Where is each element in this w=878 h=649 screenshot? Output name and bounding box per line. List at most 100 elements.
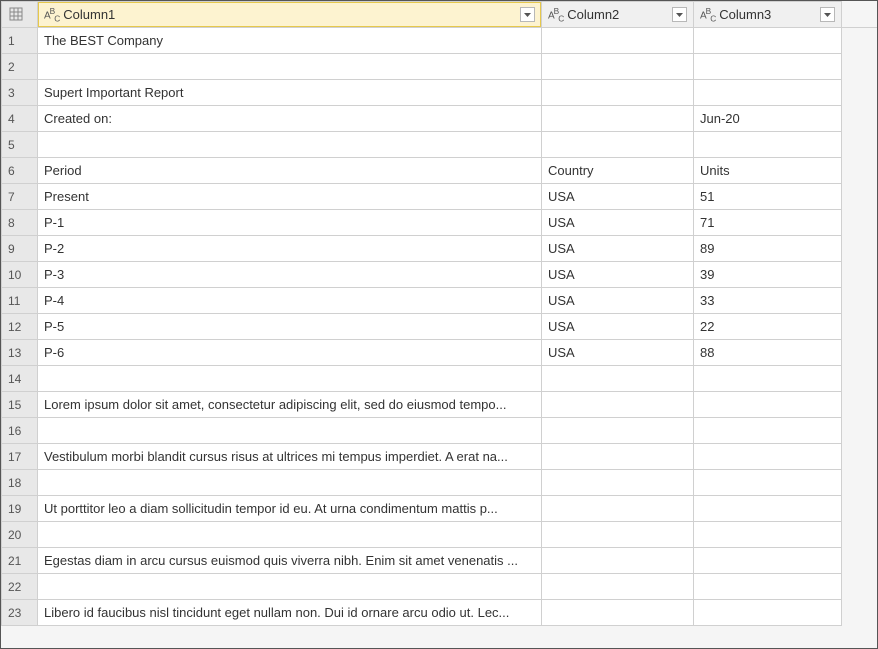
cell[interactable]: Egestas diam in arcu cursus euismod quis… xyxy=(38,548,542,574)
cell[interactable]: P-2 xyxy=(38,236,542,262)
cell[interactable] xyxy=(542,80,694,106)
cell[interactable]: USA xyxy=(542,288,694,314)
cell[interactable]: Ut porttitor leo a diam sollicitudin tem… xyxy=(38,496,542,522)
cell[interactable] xyxy=(542,574,694,600)
table-row[interactable]: 17Vestibulum morbi blandit cursus risus … xyxy=(2,444,877,470)
table-row[interactable]: 15Lorem ipsum dolor sit amet, consectetu… xyxy=(2,392,877,418)
column-header-1[interactable]: ABC Column1 xyxy=(38,2,542,28)
row-number-cell[interactable]: 14 xyxy=(2,366,38,392)
cell[interactable] xyxy=(542,366,694,392)
cell[interactable]: P-6 xyxy=(38,340,542,366)
row-number-cell[interactable]: 19 xyxy=(2,496,38,522)
cell[interactable] xyxy=(694,28,842,54)
row-number-cell[interactable]: 21 xyxy=(2,548,38,574)
cell[interactable] xyxy=(38,574,542,600)
cell[interactable] xyxy=(38,132,542,158)
cell[interactable] xyxy=(38,54,542,80)
cell[interactable] xyxy=(38,470,542,496)
cell[interactable] xyxy=(542,418,694,444)
row-number-cell[interactable]: 15 xyxy=(2,392,38,418)
table-row[interactable]: 19Ut porttitor leo a diam sollicitudin t… xyxy=(2,496,877,522)
cell[interactable]: USA xyxy=(542,236,694,262)
cell[interactable] xyxy=(542,54,694,80)
cell[interactable]: 89 xyxy=(694,236,842,262)
cell[interactable] xyxy=(694,444,842,470)
cell[interactable] xyxy=(38,522,542,548)
cell[interactable] xyxy=(542,600,694,626)
cell[interactable] xyxy=(694,600,842,626)
row-number-cell[interactable]: 18 xyxy=(2,470,38,496)
row-number-cell[interactable]: 4 xyxy=(2,106,38,132)
cell[interactable]: 39 xyxy=(694,262,842,288)
row-number-cell[interactable]: 22 xyxy=(2,574,38,600)
cell[interactable] xyxy=(694,132,842,158)
cell[interactable]: 33 xyxy=(694,288,842,314)
cell[interactable]: Supert Important Report xyxy=(38,80,542,106)
table-row[interactable]: 20 xyxy=(2,522,877,548)
row-number-cell[interactable]: 5 xyxy=(2,132,38,158)
cell[interactable] xyxy=(542,132,694,158)
row-number-cell[interactable]: 13 xyxy=(2,340,38,366)
cell[interactable] xyxy=(542,392,694,418)
cell[interactable]: Created on: xyxy=(38,106,542,132)
row-number-cell[interactable]: 23 xyxy=(2,600,38,626)
row-number-cell[interactable]: 1 xyxy=(2,28,38,54)
cell[interactable]: 88 xyxy=(694,340,842,366)
table-row[interactable]: 18 xyxy=(2,470,877,496)
cell[interactable]: P-4 xyxy=(38,288,542,314)
cell[interactable]: USA xyxy=(542,262,694,288)
cell[interactable]: Jun-20 xyxy=(694,106,842,132)
cell[interactable] xyxy=(542,28,694,54)
row-number-cell[interactable]: 9 xyxy=(2,236,38,262)
cell[interactable]: Libero id faucibus nisl tincidunt eget n… xyxy=(38,600,542,626)
cell[interactable]: 22 xyxy=(694,314,842,340)
cell[interactable] xyxy=(694,54,842,80)
row-number-cell[interactable]: 3 xyxy=(2,80,38,106)
table-row[interactable]: 6PeriodCountryUnits xyxy=(2,158,877,184)
column-header-3[interactable]: ABC Column3 xyxy=(694,2,842,28)
cell[interactable] xyxy=(542,496,694,522)
table-row[interactable]: 2 xyxy=(2,54,877,80)
cell[interactable]: Country xyxy=(542,158,694,184)
column-header-2[interactable]: ABC Column2 xyxy=(542,2,694,28)
table-row[interactable]: 11P-4USA33 xyxy=(2,288,877,314)
cell[interactable]: Units xyxy=(694,158,842,184)
cell[interactable]: Period xyxy=(38,158,542,184)
cell[interactable] xyxy=(694,80,842,106)
table-row[interactable]: 10P-3USA39 xyxy=(2,262,877,288)
cell[interactable]: USA xyxy=(542,210,694,236)
table-corner-cell[interactable] xyxy=(2,2,38,28)
table-row[interactable]: 1The BEST Company xyxy=(2,28,877,54)
row-number-cell[interactable]: 6 xyxy=(2,158,38,184)
cell[interactable]: 71 xyxy=(694,210,842,236)
table-row[interactable]: 4Created on: Jun-20 xyxy=(2,106,877,132)
table-row[interactable]: 5 xyxy=(2,132,877,158)
cell[interactable]: USA xyxy=(542,314,694,340)
cell[interactable] xyxy=(694,366,842,392)
cell[interactable]: Vestibulum morbi blandit cursus risus at… xyxy=(38,444,542,470)
cell[interactable]: P-1 xyxy=(38,210,542,236)
row-number-cell[interactable]: 12 xyxy=(2,314,38,340)
cell[interactable]: The BEST Company xyxy=(38,28,542,54)
cell[interactable] xyxy=(542,444,694,470)
cell[interactable] xyxy=(694,392,842,418)
cell[interactable] xyxy=(38,418,542,444)
cell[interactable] xyxy=(542,106,694,132)
table-row[interactable]: 8P-1USA71 xyxy=(2,210,877,236)
cell[interactable]: P-3 xyxy=(38,262,542,288)
cell[interactable]: USA xyxy=(542,340,694,366)
row-number-cell[interactable]: 17 xyxy=(2,444,38,470)
filter-dropdown-button[interactable] xyxy=(520,7,535,22)
cell[interactable] xyxy=(694,496,842,522)
cell[interactable] xyxy=(694,548,842,574)
cell[interactable] xyxy=(694,574,842,600)
row-number-cell[interactable]: 8 xyxy=(2,210,38,236)
cell[interactable] xyxy=(542,470,694,496)
table-row[interactable]: 12P-5USA22 xyxy=(2,314,877,340)
cell[interactable] xyxy=(694,470,842,496)
filter-dropdown-button[interactable] xyxy=(672,7,687,22)
cell[interactable]: USA xyxy=(542,184,694,210)
table-row[interactable]: 7PresentUSA51 xyxy=(2,184,877,210)
table-row[interactable]: 16 xyxy=(2,418,877,444)
row-number-cell[interactable]: 11 xyxy=(2,288,38,314)
